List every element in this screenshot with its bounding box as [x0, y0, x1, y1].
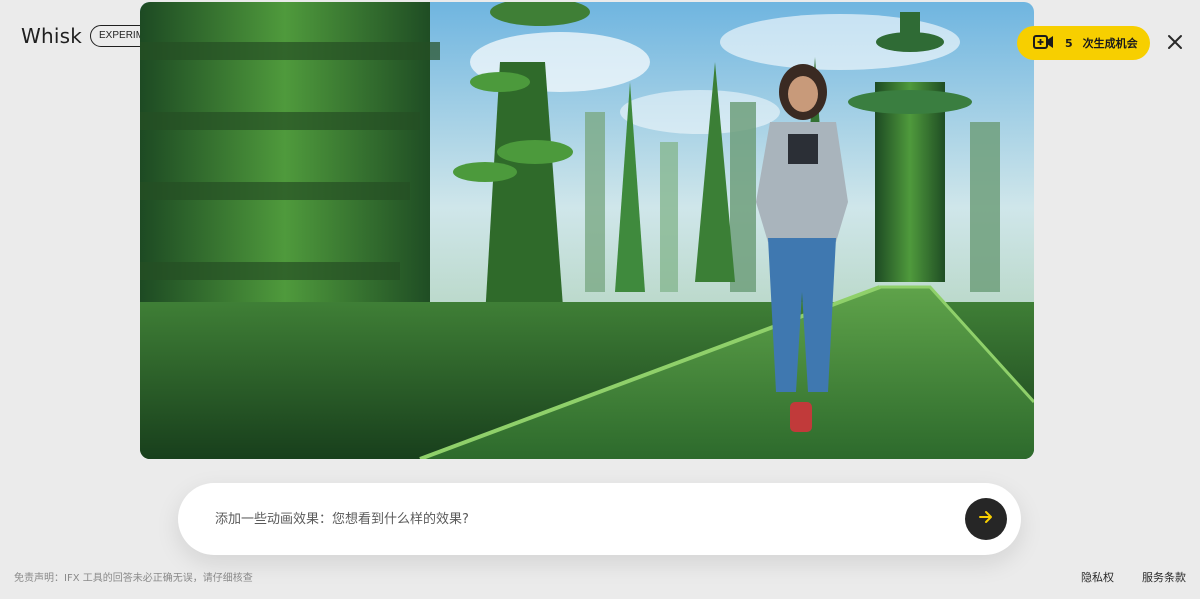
footer-links: 隐私权 服务条款 [1081, 569, 1186, 585]
video-plus-icon [1033, 33, 1055, 54]
generated-image [140, 2, 1034, 459]
animation-prompt-input[interactable] [213, 510, 965, 528]
disclaimer-text: 免责声明：IFX 工具的回答未必正确无误，请仔细核查 [14, 573, 253, 584]
close-icon[interactable] [1164, 31, 1186, 53]
app-title[interactable]: Whisk [21, 24, 82, 48]
arrow-right-icon [977, 508, 995, 530]
whisk-page: Whisk EXPERIMENT 5 次生成机会 添加一些动画效果：您想看到什么… [0, 0, 1200, 599]
animation-prompt-bar [178, 483, 1021, 555]
send-button[interactable] [965, 498, 1007, 540]
credits-count: 5 [1065, 36, 1073, 50]
credits-label: 次生成机会 [1082, 37, 1138, 50]
credits-button[interactable]: 5 次生成机会 [1017, 26, 1150, 60]
city-runner-image [140, 2, 1034, 459]
privacy-link[interactable]: 隐私权 [1081, 569, 1114, 585]
terms-link[interactable]: 服务条款 [1142, 569, 1186, 585]
